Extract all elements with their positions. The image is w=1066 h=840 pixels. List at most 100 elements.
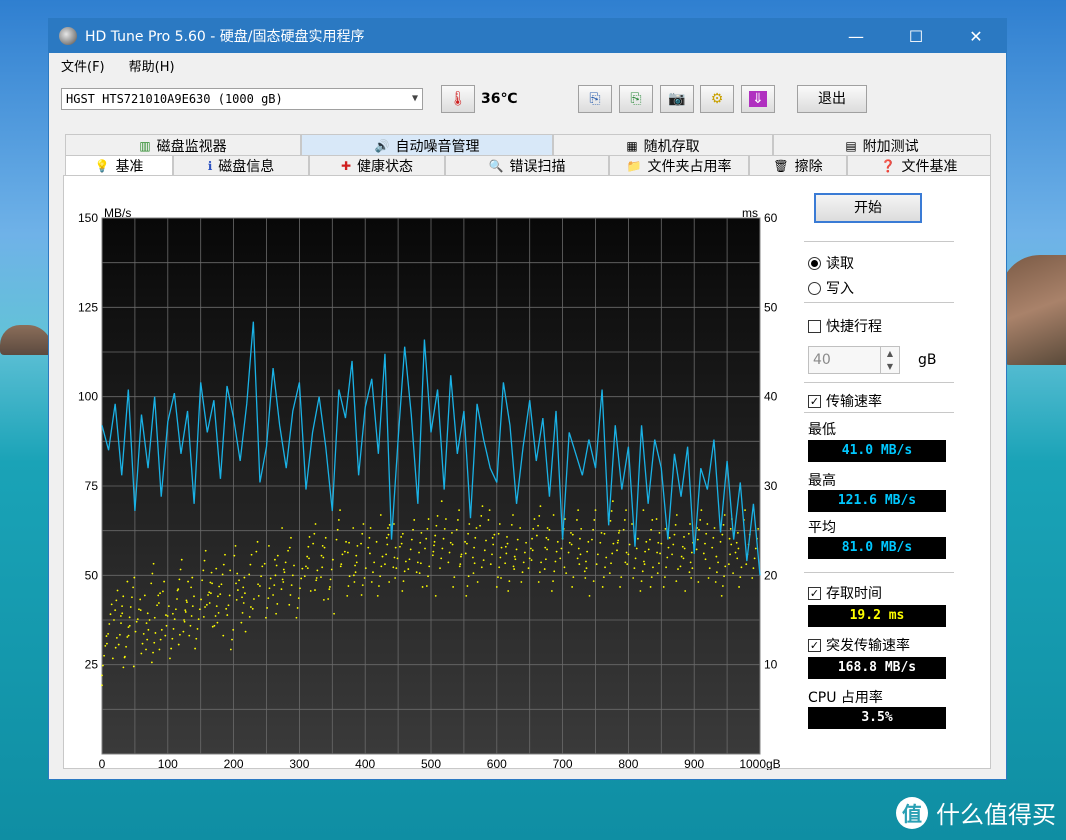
tab-folder-usage[interactable]: 📁 文件夹占用率	[609, 155, 749, 176]
radio-read-indicator[interactable]	[808, 256, 821, 270]
access-time-point	[370, 581, 373, 583]
tab-extra-tests[interactable]: ▤ 附加测试	[773, 134, 991, 156]
tab-file-benchmark[interactable]: ❓ 文件基准	[847, 155, 991, 176]
access-time-point	[104, 645, 107, 647]
access-time-point	[184, 611, 187, 613]
access-time-point	[721, 585, 724, 587]
tab-disk-monitor[interactable]: ▥ 磁盘监视器	[65, 134, 301, 156]
access-time-point	[180, 558, 183, 561]
access-time-point	[229, 648, 232, 651]
close-button[interactable]: ✕	[946, 27, 1006, 46]
health-icon: ✚	[340, 159, 352, 173]
write-radio[interactable]: 写入	[808, 278, 854, 298]
tab-aam[interactable]: 🔊 自动噪音管理	[301, 134, 553, 156]
access-time-point	[493, 533, 496, 536]
access-time-point	[208, 602, 211, 604]
access-time-point	[352, 574, 355, 577]
tab-error-scan[interactable]: 🔍 错误扫描	[445, 155, 609, 176]
access-time-point	[552, 580, 554, 583]
watermark-logo-icon: 值	[896, 796, 928, 829]
short-stroke-checkbox[interactable]: 快捷行程	[808, 316, 882, 336]
access-time-point	[347, 585, 350, 587]
access-time-point	[547, 538, 550, 541]
maximize-button[interactable]: ☐	[886, 27, 946, 46]
tab-health[interactable]: ✚ 健康状态	[309, 155, 445, 176]
minimize-button[interactable]: —	[826, 27, 886, 46]
access-time-point	[571, 586, 574, 588]
copy-all-button[interactable]: ⎘	[619, 85, 653, 113]
access-time-point	[655, 518, 658, 520]
max-readout: 121.6 MB/s	[808, 490, 946, 512]
copy-info-button[interactable]: ⎘	[578, 85, 612, 113]
access-time-point	[451, 543, 454, 546]
access-time-checkbox[interactable]: ✓ 存取时间	[808, 583, 882, 603]
access-time-point	[158, 648, 161, 651]
access-time-point	[202, 569, 205, 572]
background-rock	[0, 325, 52, 355]
short-stroke-check[interactable]	[808, 319, 821, 333]
exit-button[interactable]: 退出	[797, 85, 867, 113]
access-time-point	[151, 572, 154, 575]
save-button[interactable]: ⇓	[741, 85, 775, 113]
tab-benchmark[interactable]: 💡 基准	[65, 155, 173, 176]
tab-random-access[interactable]: ▦ 随机存取	[553, 134, 773, 156]
access-time-point	[184, 609, 187, 612]
erase-icon: 🗑	[773, 159, 789, 173]
drive-select[interactable]: HGST HTS721010A9E630 (1000 gB) ▼	[61, 88, 423, 110]
access-time-point	[623, 519, 626, 521]
short-stroke-spinner[interactable]: 40 ▲ ▼	[808, 346, 900, 374]
burst-rate-checkbox[interactable]: ✓ 突发传输速率	[808, 635, 910, 655]
options-button[interactable]: ⚙	[700, 85, 734, 113]
access-time-point	[236, 589, 239, 591]
access-time-point	[453, 576, 456, 579]
access-time-point	[724, 565, 727, 568]
access-time-point	[172, 628, 175, 630]
access-time-point	[512, 565, 515, 568]
read-radio[interactable]: 读取	[808, 253, 854, 273]
drive-select-value: HGST HTS721010A9E630 (1000 gB)	[66, 92, 283, 106]
menu-file[interactable]: 文件(F)	[49, 56, 117, 75]
access-time-point	[114, 609, 117, 612]
temperature-button[interactable]: 🌡	[441, 85, 475, 113]
access-time-point	[666, 556, 669, 559]
access-time-point	[594, 509, 597, 512]
access-time-point	[513, 555, 516, 558]
access-time-point	[105, 635, 108, 637]
transfer-rate-checkbox[interactable]: ✓ 传输速率	[808, 391, 882, 411]
access-time-point	[464, 552, 467, 555]
menu-help[interactable]: 帮助(H)	[117, 56, 187, 75]
access-time-point	[560, 547, 563, 550]
access-time-point	[473, 562, 476, 565]
access-time-point	[711, 546, 714, 549]
spinner-arrows-icon[interactable]: ▲ ▼	[880, 347, 899, 373]
monitor-icon: ▥	[139, 138, 151, 153]
access-time-point	[384, 563, 386, 566]
access-time-point	[403, 570, 406, 573]
access-time-point	[213, 624, 216, 627]
screenshot-button[interactable]: 📷	[660, 85, 694, 113]
tab-disk-info[interactable]: ℹ 磁盘信息	[173, 155, 309, 176]
radio-write-indicator[interactable]	[808, 281, 821, 295]
access-time-point	[495, 586, 498, 588]
access-time-check[interactable]: ✓	[808, 586, 821, 600]
access-time-point	[379, 514, 382, 516]
access-time-point	[521, 571, 524, 574]
start-button[interactable]: 开始	[814, 193, 922, 223]
access-time-point	[690, 577, 693, 579]
access-time-point	[673, 533, 676, 536]
access-time-point	[152, 651, 154, 654]
access-time-point	[375, 540, 378, 543]
access-time-point	[148, 619, 151, 621]
write-label: 写入	[826, 281, 854, 297]
access-time-point	[708, 567, 711, 570]
tab-erase[interactable]: 🗑 擦除	[749, 155, 847, 176]
burst-rate-check[interactable]: ✓	[808, 638, 821, 652]
access-time-point	[133, 576, 136, 579]
access-time-point	[689, 523, 691, 525]
access-time-point	[177, 643, 180, 646]
access-time-point	[416, 561, 419, 564]
access-time-point	[232, 628, 235, 631]
access-time-point	[508, 580, 511, 583]
transfer-rate-check[interactable]: ✓	[808, 394, 821, 408]
access-time-point	[305, 565, 307, 568]
